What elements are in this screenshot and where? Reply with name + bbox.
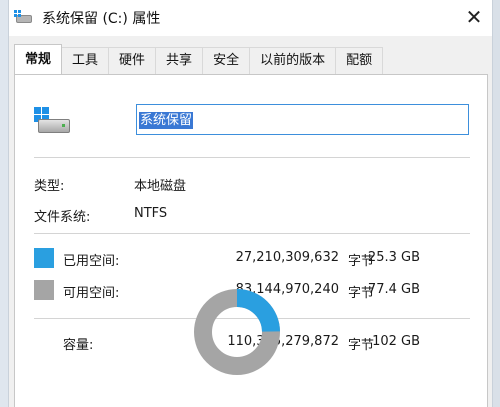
background-window-edge-right [492, 0, 500, 407]
filesystem-label: 文件系统: [34, 210, 91, 225]
tab-sharing[interactable]: 共享 [155, 47, 204, 74]
drive-icon [14, 10, 34, 26]
tab-quota[interactable]: 配额 [335, 47, 384, 74]
free-space-label: 可用空间: [63, 286, 120, 301]
divider [34, 157, 470, 158]
tab-strip: 常规 工具 硬件 共享 安全 以前的版本 配额 [14, 44, 384, 75]
drive-name-input[interactable]: 系统保留 [136, 104, 469, 135]
tab-hardware[interactable]: 硬件 [108, 47, 157, 74]
type-label: 类型: [34, 179, 65, 194]
divider [34, 233, 470, 234]
capacity-gb: 102 GB [372, 334, 420, 349]
tab-general[interactable]: 常规 [14, 44, 63, 74]
window-title: 系统保留 (C:) 属性 [42, 11, 161, 27]
tab-previous-versions[interactable]: 以前的版本 [249, 47, 337, 74]
free-space-swatch [34, 280, 54, 300]
type-value: 本地磁盘 [134, 179, 187, 194]
tab-security[interactable]: 安全 [202, 47, 251, 74]
free-space-gb: 77.4 GB [367, 282, 420, 297]
drive-name-selected-text: 系统保留 [139, 112, 194, 129]
used-space-bytes: 27,210,309,632 [235, 250, 339, 265]
properties-window: 系统保留 (C:) 属性 ✕ 常规 工具 硬件 共享 安全 以前的版本 配额 系… [0, 0, 500, 407]
close-button[interactable]: ✕ [462, 6, 486, 30]
background-window-edge-left [0, 0, 9, 407]
close-icon: ✕ [465, 5, 483, 29]
usage-donut-chart [194, 289, 280, 375]
filesystem-value: NTFS [134, 206, 168, 221]
tab-tools[interactable]: 工具 [61, 47, 110, 74]
windows-drive-icon [34, 107, 74, 135]
used-space-label: 已用空间: [63, 254, 120, 269]
capacity-label: 容量: [63, 338, 94, 353]
title-bar[interactable]: 系统保留 (C:) 属性 ✕ [9, 0, 492, 36]
used-space-gb: 25.3 GB [367, 250, 420, 265]
used-space-swatch [34, 248, 54, 268]
